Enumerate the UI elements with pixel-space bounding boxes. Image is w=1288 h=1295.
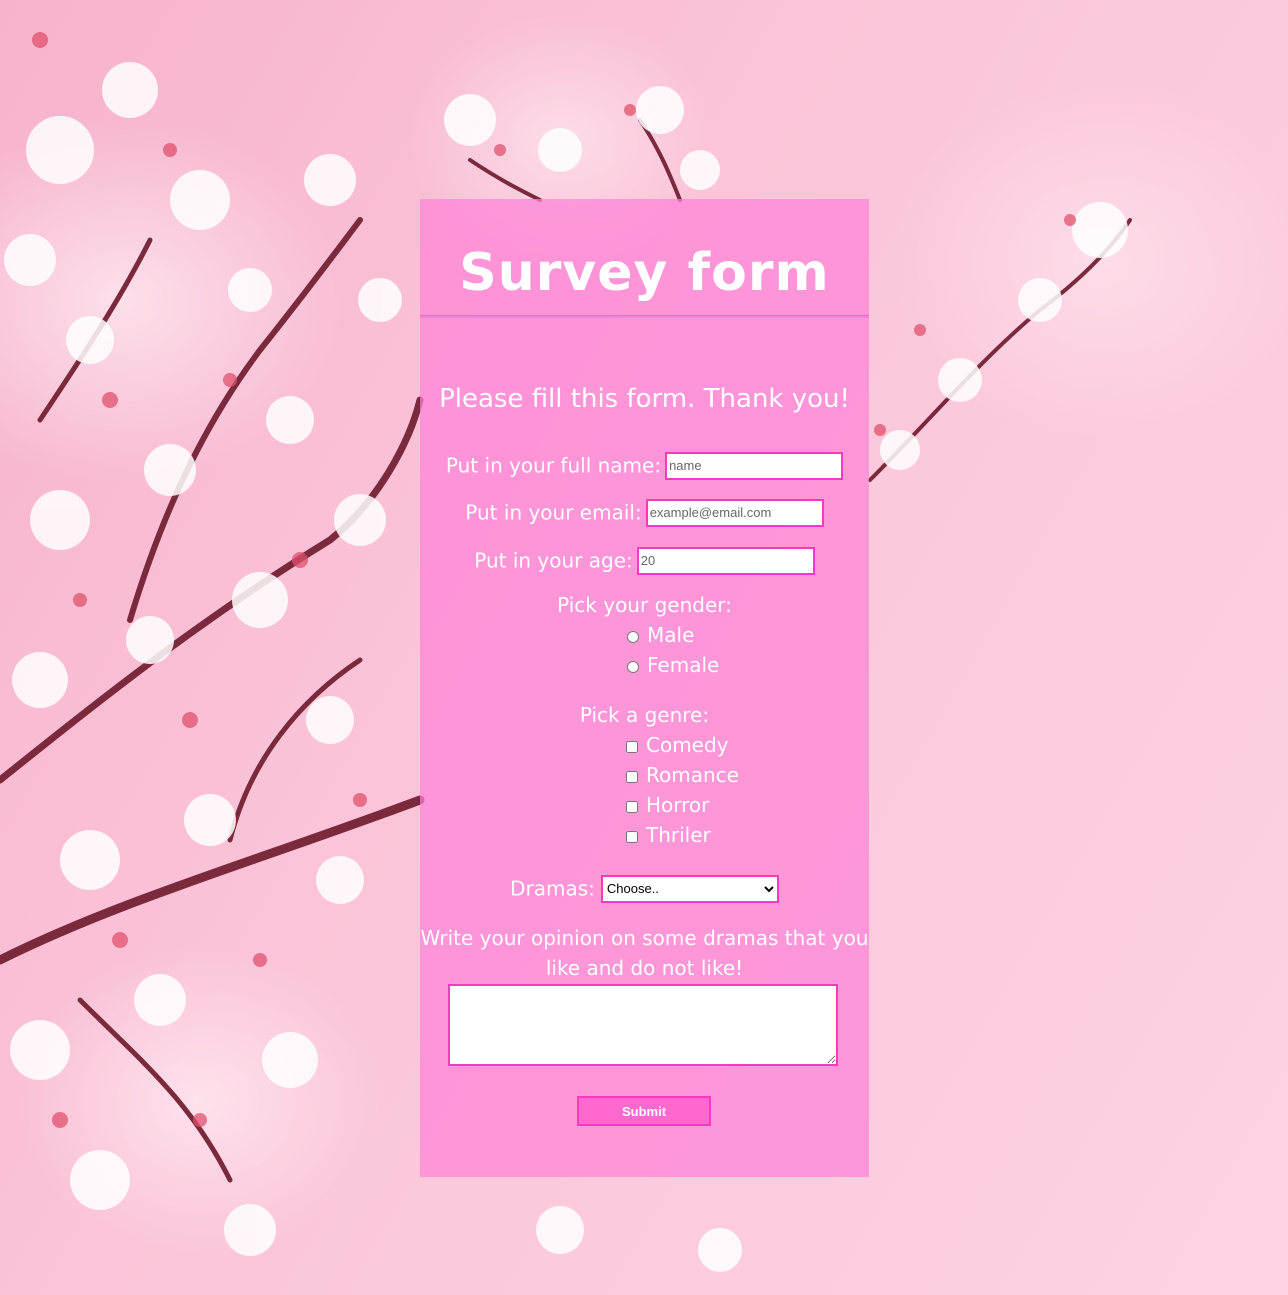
thriler-label: Thriler (646, 823, 711, 847)
opinion-textarea[interactable] (448, 984, 838, 1066)
age-row: Put in your age: (420, 544, 869, 576)
dramas-row: Dramas: Choose.. (420, 872, 869, 904)
genre-option-romance[interactable]: Romance (626, 760, 739, 790)
dramas-label: Dramas: (510, 876, 595, 901)
form-description: Please fill this form. Thank you! (439, 384, 850, 414)
title-divider (420, 315, 869, 318)
male-radio[interactable] (627, 630, 639, 643)
gender-label: Pick your gender: (557, 593, 732, 617)
romance-checkbox[interactable] (626, 770, 638, 783)
gender-option-male[interactable]: Male (627, 620, 694, 650)
email-input[interactable] (645, 498, 824, 527)
genre-option-thriler[interactable]: Thriler (626, 820, 711, 850)
comedy-checkbox[interactable] (626, 740, 638, 753)
submit-button[interactable]: Submit (577, 1096, 711, 1126)
female-radio[interactable] (627, 660, 639, 673)
page-title: Survey form (459, 243, 830, 303)
comedy-label: Comedy (646, 733, 729, 757)
name-input[interactable] (665, 451, 844, 480)
romance-label: Romance (646, 763, 739, 787)
male-label: Male (647, 623, 695, 647)
thriler-checkbox[interactable] (626, 830, 638, 843)
email-row: Put in your email: (420, 496, 869, 528)
name-row: Put in your full name: (420, 449, 869, 481)
female-label: Female (647, 653, 720, 677)
genre-label: Pick a genre: (579, 703, 710, 727)
age-label: Put in your age: (474, 548, 633, 573)
gender-option-female[interactable]: Female (627, 650, 719, 680)
age-input[interactable] (636, 546, 815, 575)
email-label: Put in your email: (465, 500, 642, 525)
dramas-select[interactable]: Choose.. (600, 874, 779, 903)
genre-option-horror[interactable]: Horror (626, 790, 709, 820)
name-label: Put in your full name: (445, 453, 662, 478)
survey-card: Survey form Please fill this form. Thank… (420, 199, 869, 1177)
opinion-label: Write your opinion on some dramas that y… (420, 926, 869, 980)
genre-option-comedy[interactable]: Comedy (626, 730, 729, 760)
horror-label: Horror (646, 793, 710, 817)
horror-checkbox[interactable] (626, 800, 638, 813)
